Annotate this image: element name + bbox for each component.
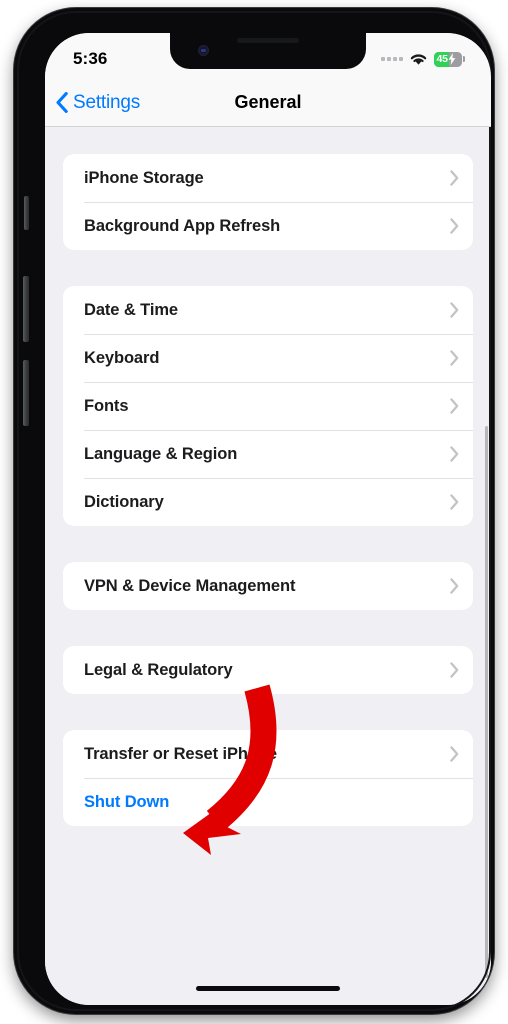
settings-group: Legal & Regulatory <box>63 646 473 694</box>
status-time: 5:36 <box>73 49 108 68</box>
settings-group: Transfer or Reset iPhone Shut Down <box>63 730 473 826</box>
chevron-right-icon <box>450 218 459 234</box>
status-indicators: 45 <box>381 51 465 67</box>
notch <box>170 33 366 69</box>
settings-row-label: Date & Time <box>84 300 178 319</box>
chevron-right-icon <box>450 302 459 318</box>
battery-level-label: 45 <box>436 53 448 65</box>
battery-indicator: 45 <box>434 51 465 67</box>
settings-row[interactable]: Legal & Regulatory <box>63 646 473 694</box>
settings-row-label: Dictionary <box>84 492 164 511</box>
chevron-right-icon <box>450 350 459 366</box>
chevron-right-icon <box>450 170 459 186</box>
settings-row-label: Shut Down <box>84 792 170 811</box>
chevron-right-icon <box>450 662 459 678</box>
front-camera-icon <box>198 45 209 56</box>
settings-row[interactable]: Fonts <box>63 382 473 430</box>
settings-group: VPN & Device Management <box>63 562 473 610</box>
settings-row[interactable]: Date & Time <box>63 286 473 334</box>
settings-row[interactable]: Language & Region <box>63 430 473 478</box>
volume-up-button[interactable] <box>23 276 29 342</box>
chevron-right-icon <box>450 446 459 462</box>
back-label: Settings <box>73 91 141 113</box>
lightning-bolt-icon <box>448 53 456 65</box>
settings-row-label: Keyboard <box>84 348 160 367</box>
chevron-right-icon <box>450 398 459 414</box>
wifi-icon <box>410 54 427 65</box>
settings-row[interactable]: Transfer or Reset iPhone <box>63 730 473 778</box>
settings-row[interactable]: Background App Refresh <box>63 202 473 250</box>
settings-row-label: Background App Refresh <box>84 216 281 235</box>
cellular-dots-icon <box>381 57 403 61</box>
settings-row[interactable]: VPN & Device Management <box>63 562 473 610</box>
earpiece-speaker-icon <box>237 38 299 43</box>
settings-row[interactable]: Dictionary <box>63 478 473 526</box>
phone-screen: 5:36 45 Settings General iPhone Storage … <box>45 33 491 1005</box>
settings-groups: iPhone Storage Background App Refresh Date… <box>45 154 491 826</box>
back-button[interactable]: Settings <box>45 92 140 114</box>
settings-row-label: Legal & Regulatory <box>84 660 233 679</box>
volume-down-button[interactable] <box>23 360 29 426</box>
scrollbar[interactable] <box>485 426 488 978</box>
settings-group: iPhone Storage Background App Refresh <box>63 154 473 250</box>
chevron-right-icon <box>450 578 459 594</box>
phone-frame: 5:36 45 Settings General iPhone Storage … <box>14 8 494 1014</box>
settings-group: Date & Time Keyboard Fonts Language & Regio… <box>63 286 473 526</box>
chevron-right-icon <box>450 494 459 510</box>
navigation-bar: Settings General <box>45 79 491 127</box>
settings-row[interactable]: Shut Down <box>63 778 473 826</box>
settings-row-label: Language & Region <box>84 444 238 463</box>
chevron-left-icon <box>56 92 68 113</box>
settings-row-label: iPhone Storage <box>84 168 204 187</box>
settings-row-label: Fonts <box>84 396 129 415</box>
settings-row-label: Transfer or Reset iPhone <box>84 744 277 763</box>
chevron-right-icon <box>450 746 459 762</box>
settings-row-label: VPN & Device Management <box>84 576 296 595</box>
settings-row[interactable]: iPhone Storage <box>63 154 473 202</box>
home-indicator <box>196 986 340 991</box>
settings-list[interactable]: iPhone Storage Background App Refresh Date… <box>45 126 491 1005</box>
mute-switch[interactable] <box>24 196 29 230</box>
settings-row[interactable]: Keyboard <box>63 334 473 382</box>
